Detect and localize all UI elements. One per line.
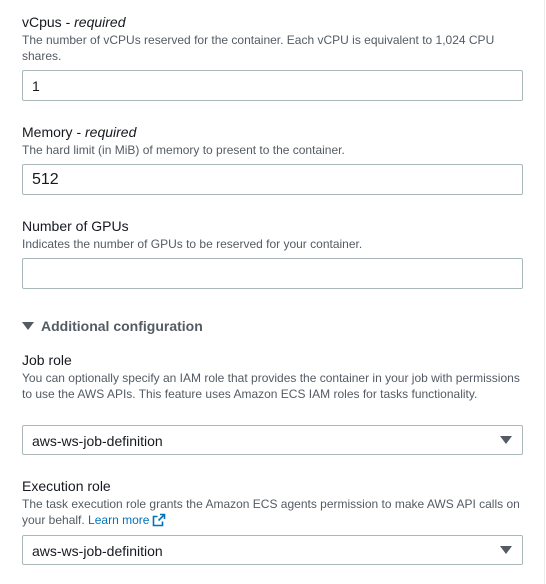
job-role-select[interactable]: aws-ws-job-definition	[22, 425, 523, 455]
execution-role-field: Execution role The task execution role g…	[22, 477, 523, 565]
additional-configuration-toggle[interactable]: Additional configuration	[22, 316, 203, 336]
execution-role-description: The task execution role grants the Amazo…	[22, 497, 520, 527]
vcpus-required-tag: required	[74, 14, 126, 30]
execution-role-label: Execution role	[22, 478, 111, 494]
memory-input[interactable]	[22, 164, 523, 195]
memory-required-tag: required	[85, 124, 137, 140]
vcpus-description: The number of vCPUs reserved for the con…	[22, 33, 495, 63]
memory-field: Memory - required The hard limit (in MiB…	[22, 123, 523, 195]
job-role-field: Job role You can optionally specify an I…	[22, 351, 523, 455]
gpus-input[interactable]	[22, 258, 523, 289]
gpus-description: Indicates the number of GPUs to be reser…	[22, 237, 363, 251]
expand-triangle-icon	[22, 322, 34, 330]
job-role-description: You can optionally specify an IAM role t…	[22, 371, 520, 401]
gpus-field: Number of GPUs Indicates the number of G…	[22, 217, 523, 289]
gpus-label: Number of GPUs	[22, 218, 129, 234]
vcpus-label: vCpus - required	[22, 14, 126, 30]
job-role-selected-value: aws-ws-job-definition	[32, 433, 163, 449]
execution-role-select[interactable]: aws-ws-job-definition	[22, 535, 523, 565]
vcpus-field: vCpus - required The number of vCPUs res…	[22, 13, 523, 101]
container-properties-panel: vCpus - required The number of vCPUs res…	[0, 0, 545, 584]
vcpus-input[interactable]	[22, 70, 523, 101]
caret-down-icon	[500, 436, 512, 444]
learn-more-link[interactable]: Learn more	[88, 513, 166, 527]
job-role-label: Job role	[22, 352, 72, 368]
execution-role-selected-value: aws-ws-job-definition	[32, 543, 163, 559]
caret-down-icon	[500, 546, 512, 554]
external-link-icon	[153, 513, 166, 527]
memory-label: Memory - required	[22, 124, 137, 140]
additional-configuration-label: Additional configuration	[41, 318, 203, 334]
memory-description: The hard limit (in MiB) of memory to pre…	[22, 143, 345, 157]
